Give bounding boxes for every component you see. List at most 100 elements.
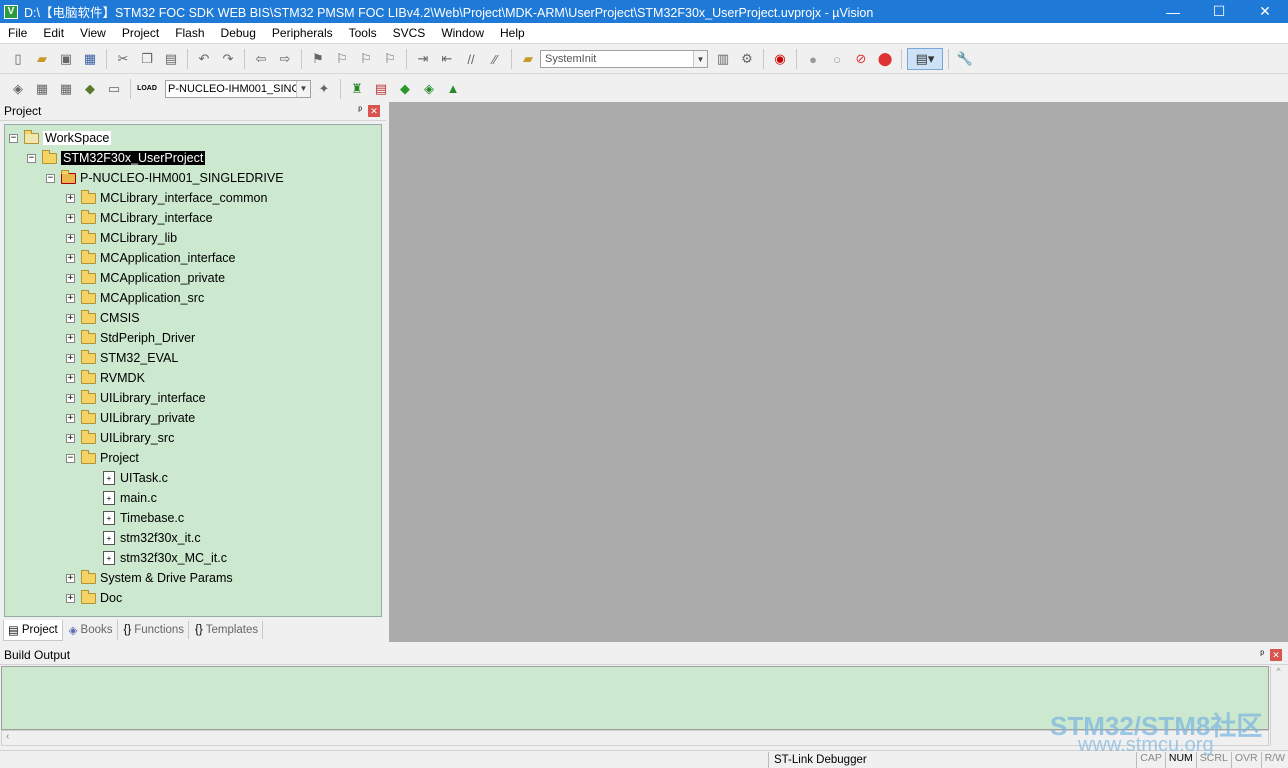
configure-icon[interactable]: ⚙	[736, 48, 758, 70]
download-icon[interactable]: LOAD	[136, 78, 158, 100]
menu-svcs[interactable]: SVCS	[385, 26, 434, 40]
redo-icon[interactable]: ↷	[217, 48, 239, 70]
save-all-icon[interactable]: ▦	[79, 48, 101, 70]
tree-group[interactable]: + Doc	[66, 588, 122, 608]
tree-group[interactable]: + System & Drive Params	[66, 568, 233, 588]
collapse-icon[interactable]: −	[27, 153, 36, 163]
rebuild-icon[interactable]: ▦	[55, 78, 77, 100]
select-software-packs-icon[interactable]: ◈	[418, 78, 440, 100]
tree-group[interactable]: + RVMDK	[66, 368, 145, 388]
cut-icon[interactable]: ✂	[112, 48, 134, 70]
new-file-icon[interactable]: ▯	[7, 48, 29, 70]
clear-bookmarks-icon[interactable]: ⚐	[379, 48, 401, 70]
prev-bookmark-icon[interactable]: ⚐	[331, 48, 353, 70]
nav-forward-icon[interactable]: ⇨	[274, 48, 296, 70]
function-combo[interactable]: SystemInit ▼	[540, 50, 708, 68]
open-file-icon[interactable]: ▰	[31, 48, 53, 70]
run-time-environment-icon[interactable]: ▲	[442, 78, 464, 100]
tree-file[interactable]: + main.c	[103, 488, 157, 508]
build-output-text[interactable]	[1, 666, 1269, 730]
tree-group[interactable]: + MCApplication_interface	[66, 248, 236, 268]
manage-components-icon[interactable]: ♜	[346, 78, 368, 100]
expand-icon[interactable]: +	[66, 393, 75, 403]
tree-target[interactable]: − P-NUCLEO-IHM001_SINGLEDRIVE	[46, 168, 284, 188]
enable-breakpoint-icon[interactable]: ○	[826, 48, 848, 70]
menu-window[interactable]: Window	[433, 26, 492, 40]
expand-icon[interactable]: +	[66, 333, 75, 343]
expand-icon[interactable]: +	[66, 213, 75, 223]
tree-project[interactable]: − STM32F30x_UserProject	[27, 148, 206, 168]
nav-back-icon[interactable]: ⇦	[250, 48, 272, 70]
close-panel-button[interactable]: ✕	[368, 105, 380, 117]
collapse-icon[interactable]: −	[46, 173, 55, 183]
tree-group[interactable]: + MCLibrary_interface_common	[66, 188, 267, 208]
save-icon[interactable]: ▣	[55, 48, 77, 70]
menu-debug[interactable]: Debug	[213, 26, 264, 40]
collapse-icon[interactable]: −	[66, 453, 75, 463]
file-extensions-icon[interactable]: ▤	[370, 78, 392, 100]
menu-tools[interactable]: Tools	[341, 26, 385, 40]
expand-icon[interactable]: +	[66, 413, 75, 423]
tree-group-open[interactable]: − Project	[66, 448, 139, 468]
build-icon[interactable]: ▦	[31, 78, 53, 100]
tree-group[interactable]: + UILibrary_src	[66, 428, 174, 448]
window-layout-icon[interactable]: ▤▾	[907, 48, 943, 70]
tab-books[interactable]: ◈ Books	[65, 620, 118, 640]
comment-icon[interactable]: //	[460, 48, 482, 70]
tree-file[interactable]: + stm32f30x_MC_it.c	[103, 548, 227, 568]
expand-icon[interactable]: +	[66, 593, 75, 603]
undo-icon[interactable]: ↶	[193, 48, 215, 70]
tree-group[interactable]: + MCApplication_private	[66, 268, 225, 288]
expand-icon[interactable]: +	[66, 373, 75, 383]
stop-build-icon[interactable]: ▭	[103, 78, 125, 100]
pack-installer-icon[interactable]: ◆	[394, 78, 416, 100]
expand-icon[interactable]: +	[66, 233, 75, 243]
insert-breakpoint-icon[interactable]: ●	[802, 48, 824, 70]
batch-build-icon[interactable]: ◆	[79, 78, 101, 100]
wrench-icon[interactable]: 🔧	[954, 48, 976, 70]
menu-peripherals[interactable]: Peripherals	[264, 26, 341, 40]
pin-icon[interactable]: ᵖ	[1260, 649, 1264, 660]
expand-icon[interactable]: +	[66, 193, 75, 203]
collapse-icon[interactable]: −	[9, 133, 18, 143]
expand-icon[interactable]: +	[66, 253, 75, 263]
disable-breakpoints-icon[interactable]: ⊘	[850, 48, 872, 70]
tree-group[interactable]: + STM32_EVAL	[66, 348, 178, 368]
menu-flash[interactable]: Flash	[167, 26, 212, 40]
tree-group[interactable]: + UILibrary_interface	[66, 388, 206, 408]
menu-view[interactable]: View	[72, 26, 114, 40]
expand-icon[interactable]: +	[66, 293, 75, 303]
expand-icon[interactable]: +	[66, 273, 75, 283]
vertical-scrollbar[interactable]: ^	[1270, 666, 1286, 746]
minimize-button[interactable]: —	[1150, 0, 1196, 23]
tree-group[interactable]: + MCLibrary_interface	[66, 208, 213, 228]
tab-templates[interactable]: {} Templates	[191, 621, 264, 639]
find-in-files-icon[interactable]: ▰	[517, 48, 539, 70]
tree-file[interactable]: + stm32f30x_it.c	[103, 528, 201, 548]
menu-file[interactable]: File	[0, 26, 35, 40]
menu-project[interactable]: Project	[114, 26, 167, 40]
tab-project[interactable]: ▤ Project	[3, 619, 63, 641]
indent-icon[interactable]: ⇥	[412, 48, 434, 70]
target-options-icon[interactable]: ✦	[313, 78, 335, 100]
tree-file[interactable]: + UITask.c	[103, 468, 168, 488]
tree-file[interactable]: + Timebase.c	[103, 508, 184, 528]
horizontal-scrollbar[interactable]: ‹	[1, 730, 1269, 746]
kill-breakpoints-icon[interactable]: ⬤	[874, 48, 896, 70]
target-combo[interactable]: P-NUCLEO-IHM001_SING ▼	[165, 79, 311, 98]
tree-group[interactable]: + UILibrary_private	[66, 408, 195, 428]
maximize-button[interactable]: ☐	[1196, 0, 1242, 23]
copy-icon[interactable]: ❐	[136, 48, 158, 70]
tree-group[interactable]: + MCLibrary_lib	[66, 228, 177, 248]
menu-help[interactable]: Help	[492, 26, 533, 40]
next-bookmark-icon[interactable]: ⚐	[355, 48, 377, 70]
tree-group[interactable]: + CMSIS	[66, 308, 140, 328]
tree-workspace[interactable]: − WorkSpace	[9, 128, 112, 148]
close-button[interactable]: ✕	[1242, 0, 1288, 23]
tab-functions[interactable]: {} Functions	[120, 621, 190, 639]
incremental-find-icon[interactable]: ▥	[712, 48, 734, 70]
expand-icon[interactable]: +	[66, 433, 75, 443]
chevron-down-icon[interactable]: ▼	[296, 80, 310, 97]
start-debug-icon[interactable]: ◉	[769, 48, 791, 70]
bookmark-icon[interactable]: ⚑	[307, 48, 329, 70]
